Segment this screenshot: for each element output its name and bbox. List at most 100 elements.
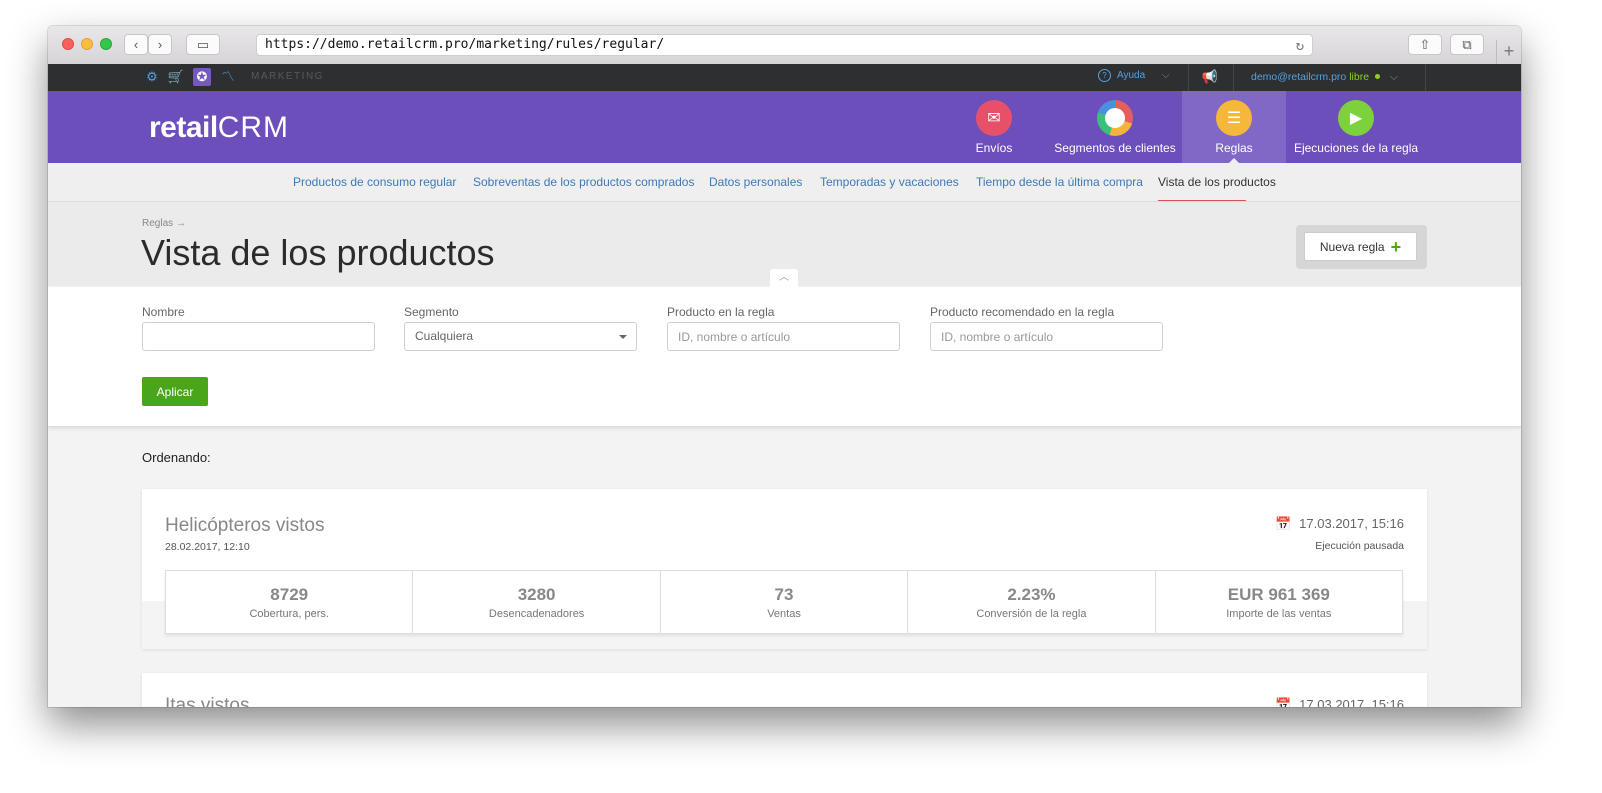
stat-conversion: 2.23% Conversión de la regla [908, 571, 1156, 633]
stat-value: EUR 961 369 [1227, 585, 1330, 604]
rule-title[interactable]: Itas vistos [165, 695, 249, 707]
nav-label: Reglas [1215, 141, 1253, 155]
topbar-divider [1188, 64, 1189, 91]
chevron-down-icon: ⌵ [1161, 70, 1170, 81]
subnav-productos-consumo[interactable]: Productos de consumo regular [293, 175, 456, 189]
app-topbar: ⚙ 🛒 ✪ 〽 MARKETING ? Ayuda ⌵ 📢 demo@retail… [48, 64, 1521, 91]
apply-button[interactable]: Aplicar [142, 377, 208, 406]
settings-icon[interactable]: ⚙ [143, 68, 161, 86]
run-date-text: 17.03.2017, 15:16 [1299, 516, 1404, 531]
stat-label: Ventas [767, 608, 801, 620]
tabs-button[interactable]: ⧉ [1450, 34, 1484, 55]
sorting-label: Ordenando: [142, 450, 211, 465]
help-label: Ayuda [1117, 70, 1146, 81]
zoom-window-button[interactable] [100, 38, 112, 50]
calendar-icon: 📅 [1274, 697, 1292, 707]
address-url: https://demo.retailcrm.pro/marketing/rul… [265, 37, 665, 52]
logo-crm: CRM [217, 111, 290, 144]
recommended-product-input[interactable] [930, 322, 1163, 351]
segment-label: Segmento [404, 305, 459, 319]
segment-select[interactable]: Cualquiera [404, 322, 637, 351]
rule-title[interactable]: Helicópteros vistos [165, 515, 324, 537]
stat-label: Conversión de la regla [976, 608, 1087, 620]
rule-card[interactable]: Itas vistos 📅 17.03.2017, 15:16 [142, 673, 1427, 707]
rule-run-date: 📅 17.03.2017, 15:16 [1275, 516, 1404, 532]
name-input[interactable] [142, 322, 375, 351]
new-tab-button[interactable]: + [1496, 40, 1521, 64]
rule-status: Ejecución pausada [1315, 540, 1404, 552]
sidebar-icon: ▭ [196, 36, 210, 52]
stat-value: 2.23% [1007, 585, 1056, 604]
stat-value: 73 [774, 585, 794, 604]
stat-triggers: 3280 Desencadenadores [413, 571, 661, 633]
section-label: MARKETING [251, 71, 324, 82]
analytics-icon[interactable]: 〽 [219, 68, 237, 86]
chevron-left-icon: ‹ [133, 37, 139, 52]
sidebar-button[interactable]: ▭ [186, 34, 220, 55]
nav-reglas[interactable]: ☰ Reglas [1182, 91, 1286, 164]
help-menu[interactable]: ? Ayuda ⌵ [1098, 69, 1170, 82]
topbar-divider [1233, 64, 1234, 91]
close-window-button[interactable] [62, 38, 74, 50]
status-dot [1375, 74, 1381, 79]
minimize-window-button[interactable] [81, 38, 93, 50]
reload-icon[interactable]: ↻ [1296, 36, 1304, 56]
page-header: Reglas → Vista de los productos Nueva re… [48, 202, 1521, 287]
product-label: Producto en la regla [667, 305, 775, 319]
stat-value: 8729 [270, 585, 309, 604]
stat-value: 3280 [517, 585, 556, 604]
subnav-vista-productos[interactable]: Vista de los productos [1158, 175, 1276, 189]
stat-label: Importe de las ventas [1226, 608, 1332, 620]
new-rule-button[interactable]: Nueva regla + [1304, 232, 1417, 261]
user-plan: libre [1349, 71, 1370, 83]
subnav-temporadas[interactable]: Temporadas y vacaciones [820, 175, 959, 189]
nav-ejecuciones[interactable]: ▶ Ejecuciones de la regla [1290, 91, 1422, 163]
rule-card[interactable]: Helicópteros vistos 28.02.2017, 12:10 📅 1… [142, 489, 1427, 649]
product-input[interactable] [667, 322, 900, 351]
nav-segmentos[interactable]: Segmentos de clientes [1050, 91, 1180, 163]
rules-icon: ☰ [1216, 100, 1252, 136]
page-title: Vista de los productos [141, 232, 495, 273]
user-email: demo@retailcrm.pro [1251, 71, 1347, 83]
megaphone-icon[interactable]: 📢 [1201, 68, 1219, 86]
rule-stats: 8729 Cobertura, pers. 3280 Desencadenado… [165, 570, 1403, 634]
user-menu[interactable]: demo@retailcrm.pro libre ⌵ [1251, 71, 1398, 84]
stat-coverage: 8729 Cobertura, pers. [166, 571, 414, 633]
run-date-text: 17.03.2017, 15:16 [1299, 697, 1404, 707]
tabs-icon: ⧉ [1462, 36, 1472, 52]
subnav-tiempo-ultima-compra[interactable]: Tiempo desde la última compra [976, 175, 1143, 189]
chevron-right-icon: › [157, 37, 163, 52]
address-bar[interactable]: https://demo.retailcrm.pro/marketing/rul… [256, 34, 1313, 56]
nav-label: Ejecuciones de la regla [1293, 141, 1419, 155]
chevron-up-icon: ︿ [779, 272, 789, 283]
recommended-product-label: Producto recomendado en la regla [930, 305, 1115, 319]
sub-navigation: Productos de consumo regular Sobreventas… [48, 163, 1521, 202]
share-icon: ⇧ [1419, 36, 1431, 52]
nav-label: Envíos [975, 141, 1013, 155]
subnav-datos-personales[interactable]: Datos personales [709, 175, 802, 189]
calendar-icon: 📅 [1274, 516, 1292, 531]
forward-button[interactable]: › [148, 34, 172, 55]
browser-window: ‹ › ▭ https://demo.retailcrm.pro/marketi… [48, 26, 1521, 707]
share-button[interactable]: ⇧ [1408, 34, 1442, 55]
logo-text: retail [149, 111, 218, 144]
nav-envios[interactable]: ✉ Envíos [966, 91, 1022, 163]
segment-value: Cualquiera [415, 329, 474, 343]
stat-label: Desencadenadores [488, 608, 585, 620]
marketing-icon[interactable]: ✪ [193, 68, 211, 86]
new-rule-wrapper: Nueva regla + [1296, 225, 1427, 269]
topbar-divider [1425, 64, 1426, 91]
chevron-down-icon: ⌵ [1390, 71, 1399, 83]
breadcrumb[interactable]: Reglas → [142, 218, 186, 229]
collapse-filter-button[interactable]: ︿ [770, 269, 798, 287]
subnav-sobreventas[interactable]: Sobreventas de los productos comprados [473, 175, 694, 189]
back-button[interactable]: ‹ [124, 34, 148, 55]
stat-label: Cobertura, pers. [249, 608, 329, 620]
filter-panel: Nombre Segmento Cualquiera Producto en l… [48, 287, 1521, 427]
stat-sales: 73 Ventas [661, 571, 909, 633]
name-label: Nombre [142, 305, 185, 319]
plus-icon: + [1390, 236, 1402, 257]
retailcrm-logo[interactable]: retailCRM [149, 111, 289, 145]
cart-icon[interactable]: 🛒 [167, 68, 185, 86]
rule-created-date: 28.02.2017, 12:10 [165, 541, 250, 553]
